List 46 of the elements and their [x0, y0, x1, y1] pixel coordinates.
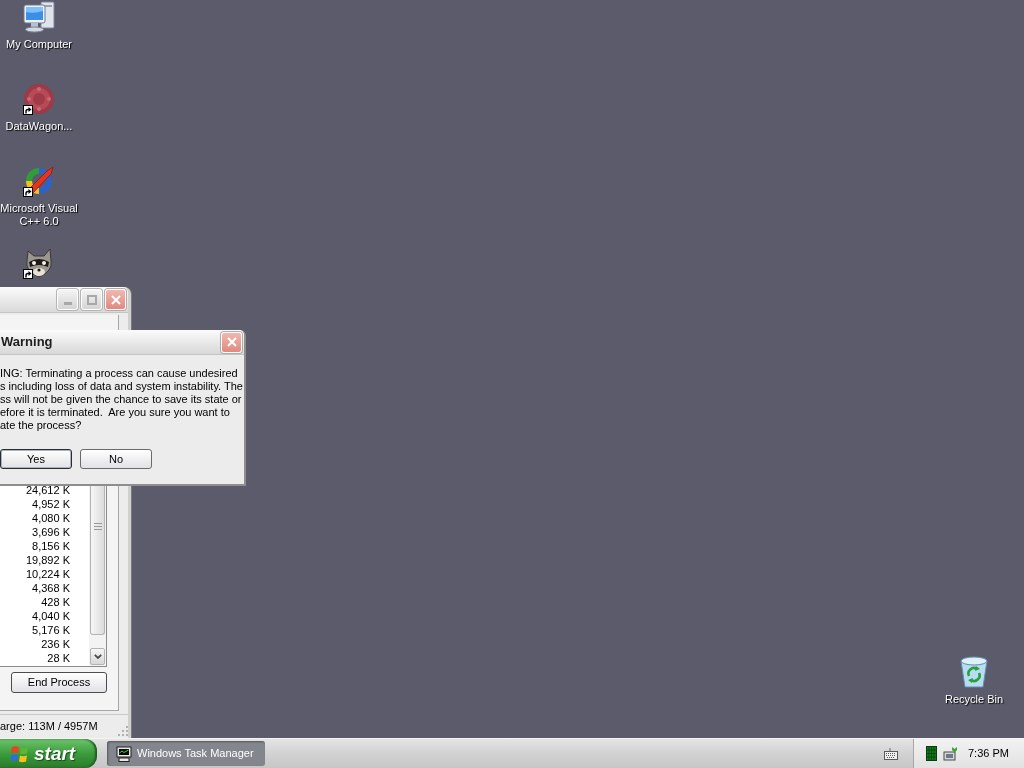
memory-value: 236 K	[40, 637, 70, 651]
start-button[interactable]: start	[0, 739, 97, 768]
commit-charge-text: arge: 113M / 4957M	[0, 719, 98, 735]
taskbar-button[interactable]: Windows Task Manager	[107, 741, 265, 766]
dialog-title: Warning	[0, 333, 53, 352]
memory-value: 28 K	[46, 651, 70, 665]
close-icon	[226, 337, 237, 347]
memory-value: 24,612 K	[24, 483, 70, 497]
memory-value: 428 K	[40, 595, 70, 609]
minimize-button[interactable]	[57, 289, 78, 310]
close-button[interactable]	[221, 331, 242, 353]
chevron-down-icon	[93, 654, 102, 659]
keyboard-icon[interactable]	[884, 747, 898, 760]
close-icon	[110, 294, 121, 305]
memory-value: 10,224 K	[24, 567, 70, 581]
clock[interactable]: 7:36 PM	[968, 745, 1009, 762]
memory-value: 3,696 K	[31, 525, 70, 539]
memory-value: 4,040 K	[31, 609, 70, 623]
icon-label[interactable]: Microsoft Visual C++ 6.0	[0, 202, 78, 228]
memory-value: 4,080 K	[31, 511, 70, 525]
resize-grip-icon[interactable]	[118, 726, 128, 736]
task-manager-icon	[116, 745, 132, 762]
round-emblem-icon[interactable]	[23, 83, 55, 115]
maximize-button[interactable]	[81, 289, 102, 310]
windows-logo-icon	[11, 744, 29, 763]
computer-tray-icon[interactable]	[943, 746, 958, 761]
maximize-icon	[86, 294, 97, 305]
computer-icon[interactable]	[23, 1, 55, 33]
minimize-icon	[63, 302, 72, 305]
icon-label[interactable]: DataWagon...	[5, 120, 73, 133]
recycle-bin-icon[interactable]	[958, 656, 990, 688]
memory-value: 8,156 K	[31, 539, 70, 553]
dialog-button[interactable]: No	[80, 449, 152, 469]
icon-label[interactable]: Recycle Bin	[944, 693, 1004, 706]
dialog-button[interactable]: Yes	[0, 449, 72, 469]
close-button[interactable]	[105, 289, 126, 310]
warning-message: ING: Terminating a process can cause undesired s including loss of data and system instability. The ss will not be given the chance to save its state or efore it is terminated. Are you sure you want to ate the process?	[0, 367, 244, 432]
end-process-button[interactable]: End Process	[11, 672, 107, 693]
meter-icon[interactable]	[926, 746, 937, 761]
memory-value: 4,952 K	[31, 497, 70, 511]
memory-value: 4,368 K	[31, 581, 70, 595]
icon-label[interactable]: My Computer	[6, 38, 72, 51]
grip-icon	[93, 523, 102, 530]
memory-value: 19,892 K	[24, 553, 70, 567]
scroll-down-button[interactable]	[90, 648, 105, 665]
memory-value: 5,176 K	[31, 623, 70, 637]
